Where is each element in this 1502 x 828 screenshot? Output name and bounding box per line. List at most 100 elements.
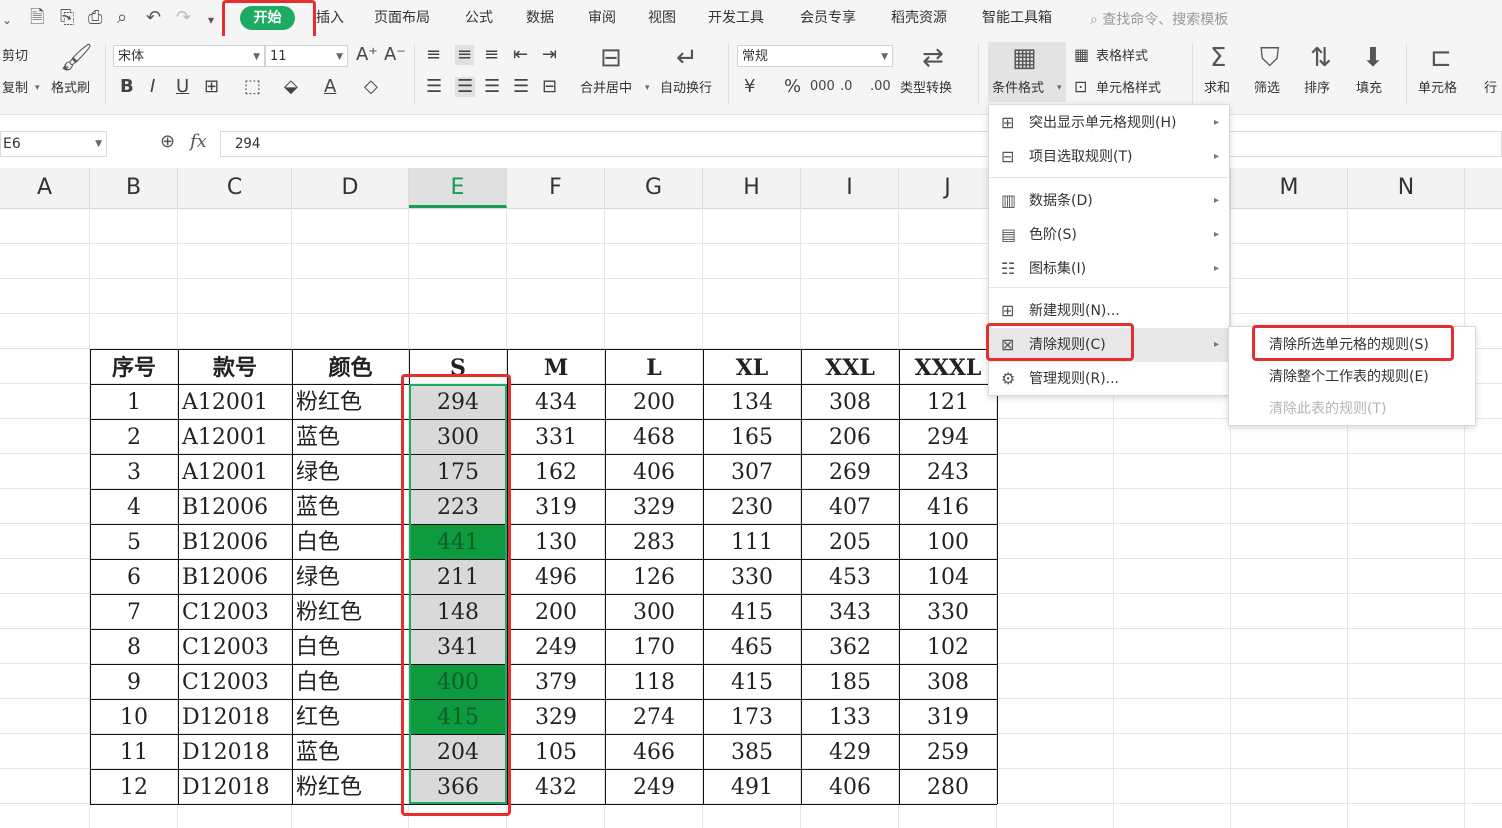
increase-decimal-icon[interactable]: .0	[840, 77, 852, 97]
table-cell[interactable]: 104	[899, 559, 997, 594]
table-cell[interactable]: 2	[90, 419, 178, 454]
column-header-n[interactable]: N	[1348, 168, 1465, 208]
table-cell[interactable]: 133	[801, 699, 899, 734]
tab-insert[interactable]: 插入	[316, 9, 344, 27]
table-cell[interactable]: 329	[507, 699, 605, 734]
table-cell[interactable]: 259	[899, 734, 997, 769]
table-header-cell[interactable]: 款号	[178, 349, 292, 384]
table-cell[interactable]: C12003	[178, 629, 292, 664]
table-cell[interactable]: 206	[801, 419, 899, 454]
undo-icon[interactable]: ↶	[146, 8, 161, 28]
table-header-cell[interactable]: 序号	[90, 349, 178, 384]
formula-input[interactable]: 294	[220, 131, 1502, 157]
table-cell[interactable]: 466	[605, 734, 703, 769]
table-cell[interactable]: B12006	[178, 559, 292, 594]
font-name-select[interactable]: 宋体 ▼	[113, 45, 265, 67]
tab-member[interactable]: 会员专享	[800, 9, 856, 27]
table-cell[interactable]: 粉红色	[292, 384, 409, 419]
table-cell[interactable]: 230	[703, 489, 801, 524]
font-color-icon[interactable]: A	[324, 77, 336, 97]
table-cell[interactable]: 11	[90, 734, 178, 769]
table-cell[interactable]: 185	[801, 664, 899, 699]
table-header-cell[interactable]: L	[605, 349, 703, 384]
table-cell[interactable]: 468	[605, 419, 703, 454]
table-cell[interactable]: 330	[703, 559, 801, 594]
decrease-decimal-icon[interactable]: .00	[870, 77, 891, 97]
number-format-select[interactable]: 常规 ▼	[737, 45, 893, 67]
decrease-indent-icon[interactable]: ⇤	[513, 45, 528, 65]
column-header-m[interactable]: M	[1231, 168, 1348, 208]
table-cell[interactable]: 8	[90, 629, 178, 664]
italic-icon[interactable]: I	[150, 77, 155, 97]
table-cell[interactable]: 300	[605, 594, 703, 629]
column-header-e[interactable]: E	[409, 168, 507, 208]
table-cell[interactable]: 416	[899, 489, 997, 524]
table-cell[interactable]: 165	[703, 419, 801, 454]
table-cell[interactable]: 蓝色	[292, 419, 409, 454]
table-cell[interactable]: 319	[899, 699, 997, 734]
table-cell[interactable]: A12001	[178, 384, 292, 419]
tab-review[interactable]: 审阅	[588, 9, 616, 27]
table-cell[interactable]: 269	[801, 454, 899, 489]
table-cell[interactable]: 329	[605, 489, 703, 524]
tab-page-layout[interactable]: 页面布局	[374, 9, 430, 27]
table-cell[interactable]: 362	[801, 629, 899, 664]
cf-menu-item[interactable]: ☷ 图标集(I) ▸	[989, 252, 1229, 286]
conditional-format-dropdown-icon[interactable]: ▾	[1057, 83, 1062, 93]
table-cell[interactable]: A12001	[178, 454, 292, 489]
thousands-icon[interactable]: 000	[810, 77, 835, 97]
column-header-i[interactable]: I	[801, 168, 899, 208]
save-icon[interactable]: 🗎	[30, 8, 44, 28]
align-left-icon[interactable]: ☰	[426, 77, 442, 97]
cf-menu-item[interactable]: ▤ 色阶(S) ▸	[989, 218, 1229, 252]
table-cell[interactable]: 453	[801, 559, 899, 594]
border-icon[interactable]: ⊞	[204, 77, 219, 97]
table-cell[interactable]: 200	[605, 384, 703, 419]
cut-button[interactable]: 剪切	[2, 49, 28, 65]
table-cell[interactable]: 434	[507, 384, 605, 419]
cell-border-style-icon[interactable]: ⬚	[244, 77, 261, 97]
table-cell[interactable]: 100	[899, 524, 997, 559]
table-cell[interactable]: 243	[899, 454, 997, 489]
table-cell[interactable]: D12018	[178, 734, 292, 769]
table-cell[interactable]: 319	[507, 489, 605, 524]
table-cell[interactable]: 1	[90, 384, 178, 419]
table-cell[interactable]: 406	[605, 454, 703, 489]
distributed-icon[interactable]: ⊟	[542, 77, 557, 97]
table-cell[interactable]: 12	[90, 769, 178, 804]
table-cell[interactable]: 白色	[292, 629, 409, 664]
table-cell[interactable]: 283	[605, 524, 703, 559]
table-cell[interactable]: 121	[899, 384, 997, 419]
table-cell[interactable]: 5	[90, 524, 178, 559]
table-header-cell[interactable]: M	[507, 349, 605, 384]
table-header-cell[interactable]: XL	[703, 349, 801, 384]
column-header-a[interactable]: A	[0, 168, 90, 208]
table-header-cell[interactable]: XXL	[801, 349, 899, 384]
sort-button[interactable]: 排序	[1304, 81, 1330, 97]
table-cell[interactable]: 432	[507, 769, 605, 804]
align-middle-icon[interactable]: ≡	[455, 45, 475, 65]
table-cell[interactable]: 7	[90, 594, 178, 629]
format-painter-button[interactable]: 格式刷	[51, 81, 90, 97]
tab-smart-tools[interactable]: 智能工具箱	[982, 9, 1052, 27]
table-cell[interactable]: 162	[507, 454, 605, 489]
table-cell[interactable]: 170	[605, 629, 703, 664]
align-right-icon[interactable]: ☰	[484, 77, 500, 97]
cf-menu-item[interactable]: ⊞ 突出显示单元格规则(H) ▸	[989, 106, 1229, 140]
command-search[interactable]: ⌕ 查找命令、搜索模板	[1090, 9, 1228, 29]
font-size-select[interactable]: 11 ▼	[265, 45, 348, 67]
table-cell[interactable]: 10	[90, 699, 178, 734]
table-cell[interactable]: 308	[801, 384, 899, 419]
table-cell[interactable]: A12001	[178, 419, 292, 454]
currency-icon[interactable]: ¥	[744, 77, 755, 97]
fill-color-icon[interactable]: ⬙	[284, 77, 298, 97]
table-cell[interactable]: 134	[703, 384, 801, 419]
table-cell[interactable]: 407	[801, 489, 899, 524]
copy-dropdown-icon[interactable]: ▾	[35, 83, 40, 93]
table-cell[interactable]: 249	[507, 629, 605, 664]
table-cell[interactable]: B12006	[178, 489, 292, 524]
table-cell[interactable]: 331	[507, 419, 605, 454]
collapse-icon[interactable]: ⌄	[2, 10, 12, 30]
table-cell[interactable]: B12006	[178, 524, 292, 559]
table-cell[interactable]: 429	[801, 734, 899, 769]
